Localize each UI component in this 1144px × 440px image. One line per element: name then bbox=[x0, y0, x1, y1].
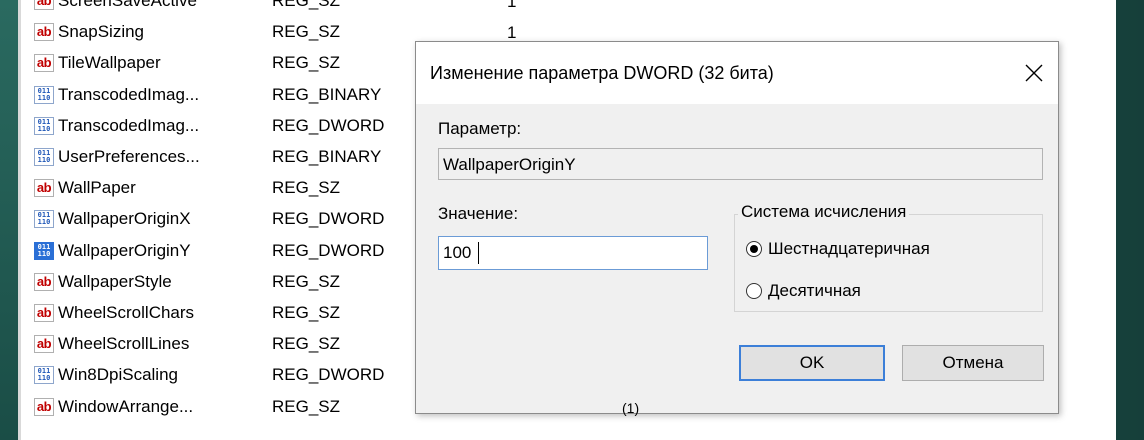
registry-row-name: WallpaperStyle bbox=[58, 271, 172, 291]
binary-value-icon: 011 110 bbox=[34, 366, 54, 385]
registry-row-name: WallpaperOriginY bbox=[58, 240, 191, 260]
registry-row-value: 1 bbox=[507, 0, 517, 11]
registry-row-name: TranscodedImag... bbox=[58, 84, 200, 104]
close-button[interactable] bbox=[1016, 56, 1052, 90]
edit-dword-dialog: Изменение параметра DWORD (32 бита) Пара… bbox=[415, 41, 1059, 414]
ok-button[interactable]: OK bbox=[739, 345, 885, 381]
binary-value-icon: 011 110 bbox=[34, 85, 54, 104]
registry-row-type: REG_SZ bbox=[272, 178, 341, 198]
registry-row-name: TileWallpaper bbox=[58, 53, 161, 73]
radio-decimal[interactable]: Десятичная bbox=[746, 279, 861, 303]
registry-row-type: REG_BINARY bbox=[272, 147, 382, 166]
binary-value-icon: 011 110 bbox=[34, 148, 54, 166]
registry-row-type: REG_SZ bbox=[272, 22, 341, 42]
close-icon bbox=[1025, 64, 1043, 82]
param-label: Параметр: bbox=[438, 119, 522, 138]
string-value-icon: ab bbox=[34, 397, 54, 416]
registry-row-type: REG_DWORD bbox=[272, 365, 385, 385]
string-value-icon: ab bbox=[34, 179, 54, 198]
registry-row-name: UserPreferences... bbox=[58, 147, 200, 166]
registry-row-type: REG_SZ bbox=[272, 0, 341, 10]
binary-value-icon: 011 110 bbox=[34, 116, 54, 135]
string-value-icon: ab bbox=[34, 0, 54, 10]
registry-row-name: WallpaperOriginX bbox=[58, 209, 191, 229]
radio-hexadecimal[interactable]: Шестнадцатеричная bbox=[746, 237, 930, 261]
registry-row-type: REG_SZ bbox=[272, 303, 341, 322]
registry-row-name: WheelScrollLines bbox=[58, 334, 190, 354]
registry-row[interactable]: ab ScreenSaveActive REG_SZ 1 bbox=[34, 0, 1104, 16]
param-name-field: WallpaperOriginY bbox=[438, 148, 1043, 180]
registry-row-type: REG_SZ bbox=[272, 271, 341, 291]
value-label: Значение: bbox=[438, 204, 519, 223]
registry-row-type: REG_SZ bbox=[272, 334, 341, 354]
cancel-button[interactable]: Отмена bbox=[902, 345, 1044, 381]
registry-row-type: REG_SZ bbox=[272, 396, 341, 416]
registry-row-name: WallPaper bbox=[58, 178, 136, 198]
radio-hex-label: Шестнадцатеричная bbox=[768, 239, 930, 258]
dialog-titlebar[interactable]: Изменение параметра DWORD (32 бита) bbox=[416, 42, 1058, 104]
registry-row-name: Win8DpiScaling bbox=[58, 365, 178, 385]
desktop-edge bbox=[0, 0, 18, 440]
registry-row-type: REG_DWORD bbox=[272, 115, 385, 135]
registry-row-type: REG_DWORD bbox=[272, 240, 385, 260]
registry-row-name: TranscodedImag... bbox=[58, 115, 200, 135]
string-value-icon: ab bbox=[34, 23, 54, 42]
binary-value-icon: 011 110 bbox=[34, 241, 54, 260]
string-value-icon: ab bbox=[34, 54, 54, 73]
text-caret bbox=[478, 242, 479, 264]
string-value-icon: ab bbox=[34, 304, 54, 322]
registry-row-name: WindowArrange... bbox=[58, 396, 194, 416]
radio-hex-indicator[interactable] bbox=[746, 241, 762, 257]
registry-row-name: SnapSizing bbox=[58, 22, 145, 42]
binary-value-icon: 011 110 bbox=[34, 210, 54, 229]
dialog-title: Изменение параметра DWORD (32 бита) bbox=[430, 63, 774, 83]
string-value-icon: ab bbox=[34, 335, 54, 354]
radio-dec-label: Десятичная bbox=[768, 281, 861, 300]
radio-dec-indicator[interactable] bbox=[746, 283, 762, 299]
registry-row-type: REG_BINARY bbox=[272, 84, 382, 104]
registry-row-type: REG_SZ bbox=[272, 53, 341, 73]
hidden-value-peek: (1) bbox=[622, 400, 640, 416]
number-base-label: Система исчисления bbox=[738, 202, 910, 222]
registry-row-name: WheelScrollChars bbox=[58, 303, 195, 322]
registry-row-name: ScreenSaveActive bbox=[58, 0, 197, 10]
string-value-icon: ab bbox=[34, 272, 54, 291]
registry-row-type: REG_DWORD bbox=[272, 209, 385, 229]
